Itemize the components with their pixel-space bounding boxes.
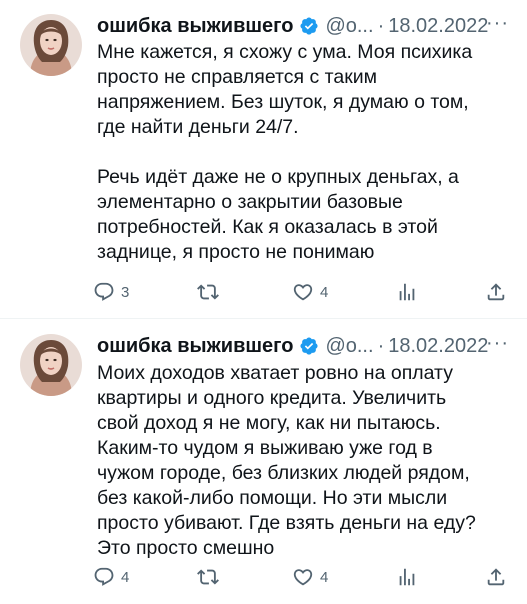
tweet-paragraph: Речь идёт даже не о крупных деньгах, а э… — [97, 166, 459, 263]
heart-icon — [293, 284, 313, 301]
share-icon — [487, 283, 505, 301]
tweet-header: ошибка выжившего @o... · 18.02.2022 ··· — [97, 12, 509, 40]
retweet-icon — [196, 284, 219, 300]
tweet-actions: 4 4 — [93, 564, 507, 590]
more-options-icon[interactable]: ··· — [486, 332, 509, 355]
share-button[interactable] — [485, 281, 507, 303]
tweet[interactable]: ошибка выжившего @o... · 18.02.2022 ··· … — [0, 318, 527, 604]
author-name[interactable]: ошибка выжившего — [97, 15, 293, 38]
like-button[interactable]: 4 — [292, 566, 328, 588]
views-button[interactable] — [396, 566, 418, 588]
like-button[interactable]: 4 — [292, 281, 328, 303]
retweet-button[interactable] — [196, 566, 225, 588]
verified-badge-icon — [300, 17, 318, 35]
like-count: 4 — [320, 283, 329, 301]
reply-count: 4 — [121, 568, 130, 586]
heart-icon — [293, 569, 313, 586]
views-icon — [399, 283, 415, 301]
reply-button[interactable]: 3 — [93, 281, 129, 303]
reply-count: 3 — [121, 283, 130, 301]
avatar-image — [20, 334, 82, 396]
share-icon — [487, 568, 505, 586]
tweet-text: Моих доходов хватает ровно на оплату ква… — [97, 361, 517, 561]
views-button[interactable] — [396, 281, 418, 303]
avatar[interactable] — [20, 334, 82, 396]
tweet-paragraph: Моих доходов хватает ровно на оплату ква… — [97, 362, 476, 559]
author-handle[interactable]: @o... — [325, 335, 373, 358]
tweet-header: ошибка выжившего @o... · 18.02.2022 ··· — [97, 332, 509, 360]
avatar-image — [20, 14, 82, 76]
separator-dot: · — [377, 334, 385, 357]
reply-icon — [94, 567, 114, 586]
reply-button[interactable]: 4 — [93, 566, 129, 588]
author-name[interactable]: ошибка выжившего — [97, 335, 293, 358]
share-button[interactable] — [485, 566, 507, 588]
tweet-date[interactable]: 18.02.2022 — [388, 15, 488, 38]
tweet-actions: 3 4 — [93, 279, 507, 305]
verified-badge-icon — [300, 337, 318, 355]
retweet-button[interactable] — [196, 281, 225, 303]
tweet-date[interactable]: 18.02.2022 — [388, 335, 488, 358]
reply-icon — [94, 282, 114, 301]
tweet[interactable]: ошибка выжившего @o... · 18.02.2022 ··· … — [0, 0, 527, 318]
like-count: 4 — [320, 568, 329, 586]
tweet-text: Мне кажется, я схожу с ума. Моя психика … — [97, 40, 517, 265]
retweet-icon — [196, 569, 219, 585]
separator-dot: · — [377, 14, 385, 37]
avatar[interactable] — [20, 14, 82, 76]
tweet-paragraph: Мне кажется, я схожу с ума. Моя психика … — [97, 41, 473, 138]
more-options-icon[interactable]: ··· — [486, 12, 509, 35]
views-icon — [399, 568, 415, 586]
author-handle[interactable]: @o... — [325, 15, 373, 38]
